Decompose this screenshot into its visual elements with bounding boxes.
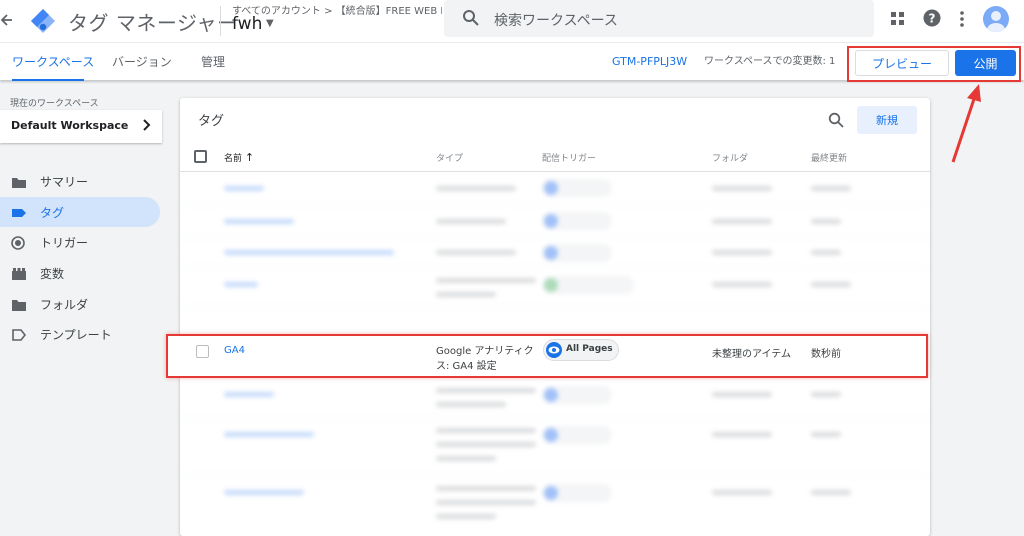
sidebar-item-summary[interactable]: サマリー — [0, 166, 160, 196]
tag-name-link[interactable]: GA4 — [224, 345, 245, 356]
sidebar-item-label: フォルダ — [40, 298, 89, 312]
tags-card: タグ 新規 名前 ↑ タイプ 配信トリガー フォルダ 最終更新 — [180, 98, 930, 536]
sidebar-item-tags[interactable]: タグ — [0, 197, 160, 227]
container-name[interactable]: fwh — [232, 14, 262, 34]
header-divider — [220, 6, 221, 36]
back-arrow-icon[interactable] — [0, 8, 14, 32]
workspace-name: Default Workspace — [11, 119, 129, 132]
tab-admin[interactable]: 管理 — [201, 43, 225, 81]
sidebar-item-label: サマリー — [40, 175, 89, 189]
annotation-arrow-icon — [945, 82, 985, 164]
table-row-ga4[interactable]: GA4 Google アナリティクス: GA4 設定 All Pages 未整理… — [166, 334, 928, 378]
more-vert-icon[interactable] — [958, 10, 966, 28]
column-header-last-updated[interactable]: 最終更新 — [811, 151, 847, 164]
chevron-down-icon[interactable]: ▼ — [266, 18, 274, 29]
svg-text:?: ? — [929, 12, 936, 26]
sidebar-item-label: テンプレート — [40, 328, 112, 342]
folder-icon — [11, 297, 27, 311]
summary-icon — [11, 174, 27, 188]
gtm-logo-icon — [30, 8, 56, 34]
column-header-folder[interactable]: フォルダ — [712, 151, 748, 164]
container-id[interactable]: GTM-PFPLJ3W — [612, 43, 687, 81]
search-icon — [462, 9, 480, 27]
tab-versions[interactable]: バージョン — [112, 43, 172, 81]
trigger-icon — [11, 235, 27, 250]
search-placeholder: 検索ワークスペース — [494, 13, 618, 29]
sidebar-item-label: タグ — [40, 206, 65, 220]
tag-type: Google アナリティクス: GA4 設定 — [436, 346, 534, 372]
select-all-checkbox[interactable] — [194, 150, 207, 163]
app-title: タグ マネージャー — [68, 11, 238, 35]
tab-versions-label: バージョン — [112, 55, 172, 69]
tab-workspace[interactable]: ワークスペース — [12, 43, 94, 81]
chevron-right-icon — [142, 118, 152, 136]
table-header: 名前 ↑ タイプ 配信トリガー フォルダ 最終更新 — [180, 146, 930, 172]
tag-icon — [11, 205, 27, 219]
sidebar-item-triggers[interactable]: トリガー — [0, 227, 160, 257]
column-header-type[interactable]: タイプ — [436, 151, 463, 164]
account-avatar-icon[interactable] — [983, 6, 1009, 32]
sidebar-item-templates[interactable]: テンプレート — [0, 319, 160, 349]
column-header-name[interactable]: 名前 ↑ — [224, 151, 254, 164]
sidebar: 現在のワークスペース Default Workspace サマリー タグ トリガ… — [0, 80, 172, 536]
help-icon[interactable]: ? — [923, 9, 941, 27]
template-icon — [11, 327, 27, 341]
tab-workspace-label: ワークスペース — [12, 55, 95, 69]
row-checkbox[interactable] — [196, 345, 209, 358]
account-breadcrumb[interactable]: すべてのアカウント > 【統合版】FREE WEB H... — [232, 2, 442, 17]
workspace-changes-count: ワークスペースでの変更数: 1 — [704, 56, 836, 67]
tags-card-title: タグ — [198, 114, 225, 129]
tag-last-updated: 数秒前 — [811, 349, 841, 360]
sort-arrow-icon: ↑ — [244, 151, 255, 164]
tab-admin-label: 管理 — [201, 55, 226, 69]
highlight-box-actions — [847, 46, 1021, 82]
new-tag-button[interactable]: 新規 — [857, 106, 917, 134]
sidebar-item-variables[interactable]: 変数 — [0, 258, 160, 288]
trigger-chip-label: All Pages — [566, 344, 613, 354]
eye-icon — [546, 342, 562, 358]
current-workspace-label: 現在のワークスペース — [10, 99, 99, 109]
column-header-trigger[interactable]: 配信トリガー — [542, 151, 596, 164]
search-input[interactable]: 検索ワークスペース — [444, 0, 874, 37]
tag-folder: 未整理のアイテム — [712, 349, 791, 360]
workspace-selector[interactable]: Default Workspace — [0, 110, 162, 143]
sidebar-item-label: 変数 — [40, 267, 65, 281]
column-header-label: 名前 — [224, 154, 243, 164]
trigger-chip[interactable]: All Pages — [543, 339, 619, 361]
sidebar-item-folders[interactable]: フォルダ — [0, 289, 160, 319]
top-app-bar: タグ マネージャー すべてのアカウント > 【統合版】FREE WEB H...… — [0, 0, 1024, 42]
sidebar-item-label: トリガー — [40, 236, 89, 250]
variables-icon — [11, 266, 27, 280]
search-icon[interactable] — [828, 112, 844, 128]
apps-grid-icon[interactable] — [891, 11, 905, 25]
